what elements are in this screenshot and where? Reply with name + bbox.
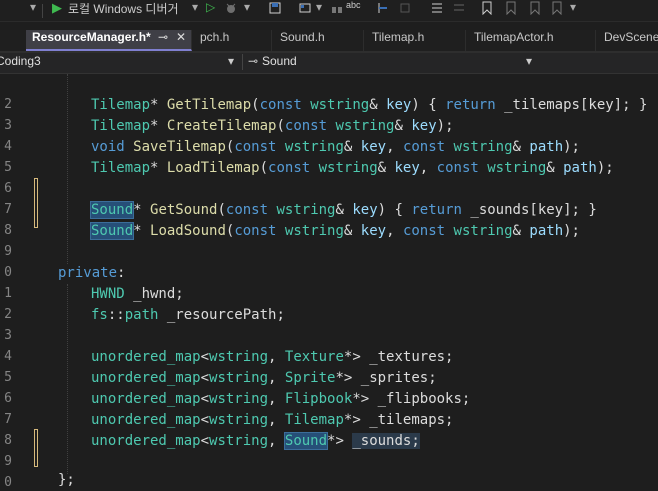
code-line-flipbooks: unordered_map<wstring, Flipbook*> _flipb… <box>91 391 471 407</box>
code-line-textures: unordered_map<wstring, Texture*> _textur… <box>91 349 454 365</box>
tab-label: DevScene <box>604 30 658 44</box>
line-number: 2 <box>4 97 12 112</box>
tab-sound-h[interactable]: Sound.h <box>274 30 364 51</box>
tab-label: TilemapActor.h <box>474 30 554 44</box>
play-outline-icon[interactable]: ▷ <box>206 0 215 21</box>
line-number: 0 <box>4 475 12 490</box>
bookmark-icon[interactable] <box>480 0 494 21</box>
code-line-loadsound: Sound* LoadSound(const wstring& key, con… <box>89 222 580 240</box>
close-icon[interactable]: ✕ <box>176 30 186 44</box>
symbol-highlight: Sound <box>89 222 135 240</box>
line-number: 3 <box>4 118 12 133</box>
tab-resourcemanager-h[interactable]: ResourceManager.h* ⊸ ✕ <box>26 30 192 51</box>
bug-dropdown-icon[interactable]: ▾ <box>244 0 250 21</box>
build-icon[interactable] <box>298 0 312 21</box>
play-icon[interactable]: ▶ <box>52 0 62 21</box>
code-line-tilemaps: unordered_map<wstring, Tilemap*> _tilema… <box>91 412 454 428</box>
tab-label: ResourceManager.h* <box>32 30 151 44</box>
pin-icon[interactable]: ⊸ <box>158 30 168 44</box>
code-line-sprites: unordered_map<wstring, Sprite*> _sprites… <box>91 370 437 386</box>
toolbar-separator <box>42 4 43 18</box>
line-number: 7 <box>4 202 12 217</box>
document-tab-strip: ResourceManager.h* ⊸ ✕ pch.h Sound.h Til… <box>0 30 658 53</box>
line-number: 5 <box>4 370 12 385</box>
tab-label: Tilemap.h <box>372 30 425 44</box>
line-number: 1 <box>4 286 12 301</box>
navbar-separator <box>242 54 243 70</box>
indent-guide <box>67 74 68 264</box>
change-marker <box>34 178 38 228</box>
line-number: 7 <box>4 412 12 427</box>
toolbar-overflow-icon[interactable]: ▾ <box>570 0 576 21</box>
step-icon[interactable] <box>376 0 390 21</box>
symbol-highlight: Sound <box>283 432 329 450</box>
member-icon: ⊸ <box>248 54 259 68</box>
toolbar-dropdown-arrow[interactable]: ▾ <box>30 0 36 21</box>
line-number: 6 <box>4 181 12 196</box>
list-disabled-icon[interactable] <box>452 0 466 21</box>
line-number: 3 <box>4 328 12 343</box>
tab-tilemap-h[interactable]: Tilemap.h <box>366 30 466 51</box>
tab-label: pch.h <box>200 30 230 44</box>
line-number: 4 <box>4 349 12 364</box>
code-line-sounds: unordered_map<wstring, Sound*> _sounds; <box>91 432 420 450</box>
line-number: 2 <box>4 307 12 322</box>
bookmark-prev-icon[interactable] <box>504 0 518 21</box>
code-line-resourcepath: fs::path _resourcePath; <box>91 307 285 323</box>
code-line-class-end: }; <box>58 472 75 488</box>
line-number: 8 <box>4 223 12 238</box>
list-icon[interactable] <box>430 0 444 21</box>
code-editor[interactable]: 2 3 4 5 6 7 8 9 0 1 2 3 4 5 6 7 8 9 0 Ti… <box>0 74 658 490</box>
code-line-private: private: <box>58 265 126 281</box>
run-target-label[interactable]: 로컬 Windows 디버거 <box>68 0 179 21</box>
chevron-down-icon: ▾ <box>228 54 235 68</box>
change-marker <box>34 429 38 467</box>
line-number: 5 <box>4 160 12 175</box>
abc-spellcheck-icon[interactable]: abc <box>346 0 361 21</box>
line-number: 9 <box>4 454 12 469</box>
line-number: 8 <box>4 433 12 448</box>
code-line-savetilemap: void SaveTilemap(const wstring& key, con… <box>91 139 580 155</box>
code-line-createtilemap: Tilemap* CreateTilemap(const wstring& ke… <box>91 118 454 134</box>
line-number: 0 <box>4 265 12 280</box>
tab-tilemapactor-h[interactable]: TilemapActor.h <box>468 30 596 51</box>
project-name: Coding3 <box>0 54 41 68</box>
indent-guide <box>67 284 68 474</box>
run-target-dropdown-icon[interactable]: ▾ <box>192 0 198 21</box>
bookmark-next-icon[interactable] <box>528 0 542 21</box>
tab-devscene[interactable]: DevScene <box>598 30 658 51</box>
spellcheck-icon[interactable] <box>330 0 344 21</box>
code-line-hwnd: HWND _hwnd; <box>91 286 184 302</box>
code-line-loadtilemap: Tilemap* LoadTilemap(const wstring& key,… <box>91 160 614 176</box>
chevron-down-icon: ▾ <box>526 54 533 68</box>
code-line-getsound: Sound* GetSound(const wstring& key) { re… <box>89 201 597 219</box>
symbol-highlight: Sound <box>89 201 135 219</box>
line-number: 9 <box>4 244 12 259</box>
project-dropdown[interactable]: Coding3 ▾ <box>0 54 240 72</box>
bookmark-clear-icon[interactable] <box>550 0 564 21</box>
tab-label: Sound.h <box>280 30 325 44</box>
main-toolbar: ▾ ▶ 로컬 Windows 디버거 ▾ ▷ ▾ ▾ abc ▾ <box>0 0 658 22</box>
build-dropdown-icon[interactable]: ▾ <box>316 0 322 21</box>
tab-pch-h[interactable]: pch.h <box>194 30 272 51</box>
line-number: 6 <box>4 391 12 406</box>
member-name: Sound <box>262 54 297 68</box>
bug-icon[interactable] <box>224 0 238 21</box>
save-icon[interactable] <box>268 0 282 21</box>
line-number: 4 <box>4 139 12 154</box>
navigation-bar: Coding3 ▾ ⊸ Sound ▾ <box>0 53 658 74</box>
code-line-gettilemap: Tilemap* GetTilemap(const wstring& key) … <box>91 97 648 113</box>
member-dropdown[interactable]: ⊸ Sound ▾ <box>248 54 538 72</box>
step-disabled-icon[interactable] <box>398 0 412 21</box>
